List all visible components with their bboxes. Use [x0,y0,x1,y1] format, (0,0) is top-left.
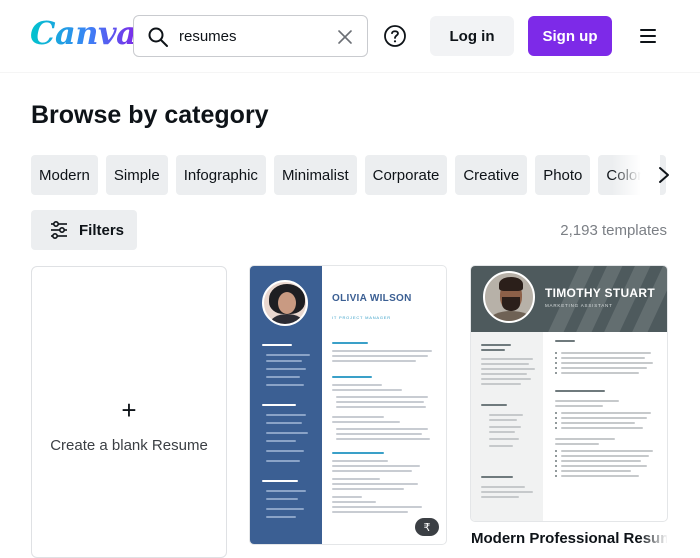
resume-name: OLIVIA WILSON [332,293,412,304]
signup-button[interactable]: Sign up [528,16,612,56]
resume-name: TIMOTHY STUART [545,286,655,300]
resume-header-band: TIMOTHY STUART MARKETING ASSISTANT [471,266,667,332]
template-card-olivia-wilson[interactable]: OLIVIA WILSON IT PROJECT MANAGER ₹ [250,266,446,544]
close-icon[interactable] [335,27,355,47]
template-count: 2,193 templates [560,222,667,239]
category-chips: Modern Simple Infographic Minimalist Cor… [31,155,671,195]
filters-label: Filters [79,221,125,239]
resume-role: IT PROJECT MANAGER [332,315,391,320]
hamburger-menu-icon[interactable] [636,24,660,48]
category-chip-modern[interactable]: Modern [31,155,98,195]
chips-fade [612,155,660,195]
plus-icon: + [121,395,137,425]
create-blank-label: Create a blank Resume [50,437,208,454]
template-card-timothy-stuart[interactable]: TIMOTHY STUART MARKETING ASSISTANT [471,266,667,521]
template-title[interactable]: Modern Professional Resume [471,530,667,547]
create-blank-card[interactable]: + Create a blank Resume [31,266,227,558]
canva-logo[interactable]: Canva [30,14,137,52]
resume-role: MARKETING ASSISTANT [545,303,613,308]
search-input[interactable]: resumes [179,28,237,45]
resume-sidebar [250,266,322,544]
category-chip-photo[interactable]: Photo [535,155,591,195]
category-chip-corporate[interactable]: Corporate [364,155,448,195]
title-fade [640,528,668,550]
search-icon [148,27,168,47]
search-box[interactable]: resumes [133,15,368,57]
resume-photo [483,271,535,323]
help-circle-icon[interactable] [382,23,408,49]
sliders-icon [51,220,67,240]
filters-button[interactable]: Filters [31,210,137,250]
chevron-right-icon[interactable] [656,163,672,187]
top-header: Canva resumes Log in Sign up [0,0,700,72]
category-chip-creative[interactable]: Creative [455,155,528,195]
page-title: Browse by category [31,101,269,129]
resume-photo [262,280,308,326]
resume-left-column [471,332,543,521]
login-button[interactable]: Log in [430,16,514,56]
category-chip-simple[interactable]: Simple [105,155,168,195]
category-chip-minimalist[interactable]: Minimalist [273,155,357,195]
category-chip-infographic[interactable]: Infographic [175,155,266,195]
premium-coin-icon: ₹ [415,518,439,536]
